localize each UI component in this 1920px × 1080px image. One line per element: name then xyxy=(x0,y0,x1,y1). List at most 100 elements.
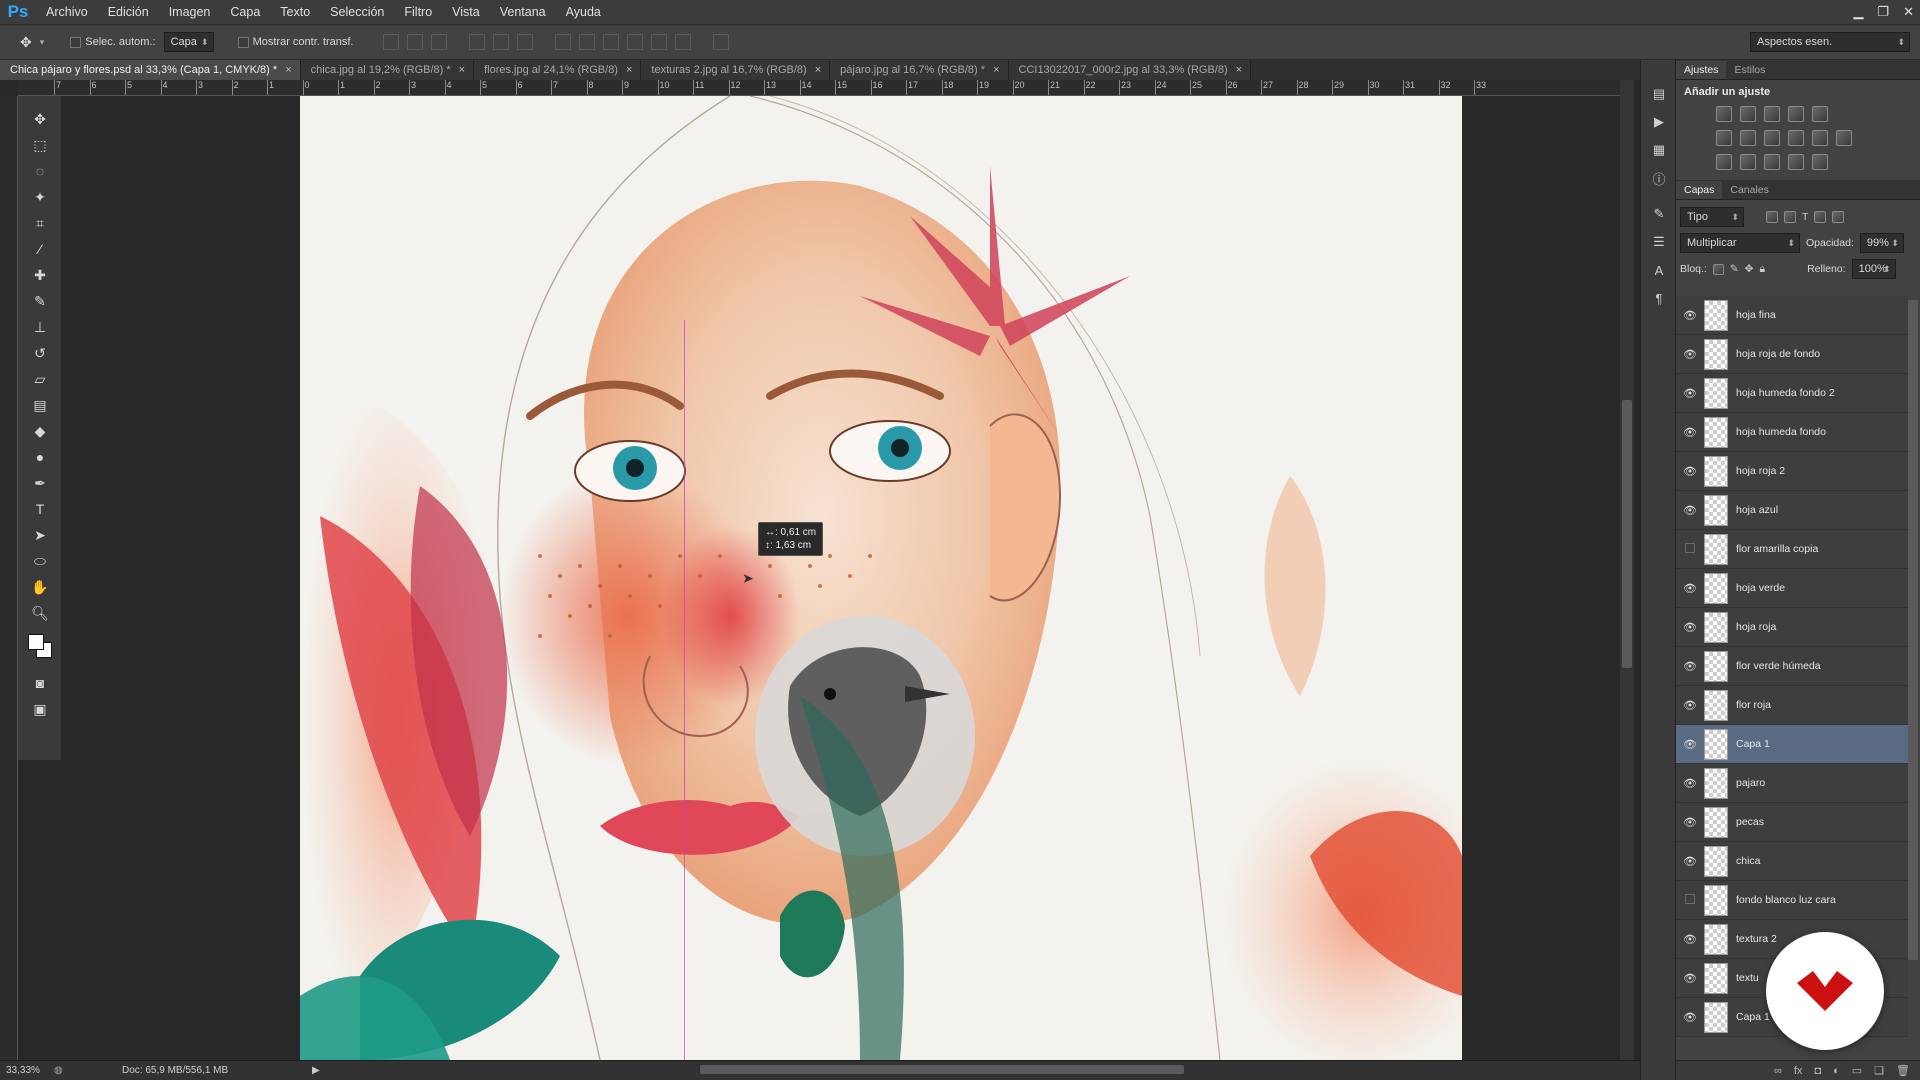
layer-row[interactable]: 👁︎ pajaro xyxy=(1676,764,1908,803)
marquee-tool-icon[interactable]: ⬚ xyxy=(18,132,62,158)
workspace-dropdown[interactable]: Aspectos esen. xyxy=(1750,32,1910,52)
ellipse-tool-icon[interactable]: ⬭ xyxy=(18,548,62,574)
menu-texto[interactable]: Texto xyxy=(270,0,320,24)
info-panel-icon[interactable]: ⓘ xyxy=(1641,164,1677,192)
layer-row[interactable]: 👁︎ chica xyxy=(1676,842,1908,881)
invert-icon[interactable] xyxy=(1716,154,1732,170)
brush-panel-icon[interactable]: ✎ xyxy=(1641,200,1677,228)
visibility-eye-icon[interactable]: 👁︎ xyxy=(1676,309,1704,322)
document-tab[interactable]: flores.jpg al 24,1% (RGB/8) × xyxy=(474,60,642,80)
minimize-icon[interactable]: ▁ xyxy=(1853,4,1863,20)
artwork-canvas[interactable] xyxy=(300,96,1462,1060)
threshold-icon[interactable] xyxy=(1764,154,1780,170)
healing-brush-tool-icon[interactable]: ✚ xyxy=(18,262,62,288)
document-tab[interactable]: texturas 2.jpg al 16,7% (RGB/8) × xyxy=(641,60,831,80)
history-brush-tool-icon[interactable]: ↺ xyxy=(18,340,62,366)
filter-type-icon[interactable]: T xyxy=(1802,211,1808,223)
close-icon[interactable]: ✕ xyxy=(1903,4,1914,20)
visibility-eye-icon[interactable]: 👁︎ xyxy=(1676,855,1704,868)
tab-channels[interactable]: Canales xyxy=(1722,181,1777,199)
document-tab[interactable]: pájaro.jpg al 16,7% (RGB/8) * × xyxy=(830,60,1009,80)
layer-row[interactable]: 👁︎ hoja verde xyxy=(1676,569,1908,608)
black-white-icon[interactable] xyxy=(1764,130,1780,146)
visibility-eye-icon[interactable]: 👁︎ xyxy=(1676,621,1704,634)
channel-mixer-icon[interactable] xyxy=(1812,130,1828,146)
brightness-icon[interactable] xyxy=(1716,106,1732,122)
visibility-eye-icon[interactable]: 👁︎ xyxy=(1676,777,1704,790)
blur-tool-icon[interactable]: ◆ xyxy=(18,418,62,444)
menu-capa[interactable]: Capa xyxy=(220,0,270,24)
layers-scrollbar[interactable] xyxy=(1908,300,1918,960)
show-transform-checkbox[interactable]: Mostrar contr. transf. xyxy=(237,36,353,48)
menu-archivo[interactable]: Archivo xyxy=(36,0,98,24)
align-vcenter-icon[interactable] xyxy=(407,34,424,50)
menu-imagen[interactable]: Imagen xyxy=(159,0,221,24)
visibility-off-icon[interactable] xyxy=(1676,893,1704,907)
menu-ventana[interactable]: Ventana xyxy=(490,0,556,24)
color-balance-icon[interactable] xyxy=(1740,130,1756,146)
filter-shape-icon[interactable] xyxy=(1814,211,1827,223)
move-tool-icon[interactable]: ✥ xyxy=(18,106,62,132)
gradient-map-icon[interactable] xyxy=(1812,154,1828,170)
visibility-eye-icon[interactable]: 👁︎ xyxy=(1676,504,1704,517)
menu-selección[interactable]: Selección xyxy=(320,0,394,24)
quick-mask-icon[interactable]: ◙ xyxy=(18,670,62,696)
distribute-vcenter-icon[interactable] xyxy=(579,34,596,50)
color-swatches[interactable] xyxy=(18,626,62,670)
layer-row[interactable]: fondo blanco luz cara xyxy=(1676,881,1908,920)
brush-presets-icon[interactable]: ☰ xyxy=(1641,228,1677,256)
lasso-tool-icon[interactable]: ◌ xyxy=(18,158,62,184)
close-tab-icon[interactable]: × xyxy=(626,64,632,76)
link-layers-icon[interactable]: ∞ xyxy=(1774,1065,1782,1077)
curves-icon[interactable] xyxy=(1764,106,1780,122)
dodge-tool-icon[interactable]: ● xyxy=(18,444,62,470)
visibility-eye-icon[interactable]: 👁︎ xyxy=(1676,660,1704,673)
gradient-tool-icon[interactable]: ▤ xyxy=(18,392,62,418)
visibility-off-icon[interactable] xyxy=(1676,542,1704,556)
visibility-eye-icon[interactable]: 👁︎ xyxy=(1676,426,1704,439)
new-adjustment-icon[interactable]: ◐ xyxy=(1833,1065,1840,1077)
align-right-icon[interactable] xyxy=(517,34,534,50)
close-tab-icon[interactable]: × xyxy=(1236,64,1242,76)
opacity-field[interactable]: 99% xyxy=(1859,233,1904,253)
move-tool-icon[interactable]: ✥ xyxy=(20,34,32,51)
document-tab[interactable]: Chica pájaro y flores.psd al 33,3% (Capa… xyxy=(0,60,301,80)
layer-row[interactable]: 👁︎ hoja humeda fondo xyxy=(1676,413,1908,452)
tab-layers[interactable]: Capas xyxy=(1676,181,1723,199)
layer-filter-dropdown[interactable]: Tipo xyxy=(1680,207,1744,227)
new-group-icon[interactable]: ▭ xyxy=(1852,1064,1862,1077)
tool-preset-picker[interactable]: ▾ xyxy=(40,37,45,48)
close-tab-icon[interactable]: × xyxy=(285,64,291,76)
distribute-bottom-icon[interactable] xyxy=(603,34,620,50)
menu-ayuda[interactable]: Ayuda xyxy=(556,0,611,24)
align-top-icon[interactable] xyxy=(383,34,400,50)
foreground-color-swatch[interactable] xyxy=(28,634,44,650)
delete-layer-icon[interactable]: 🗑︎ xyxy=(1896,1064,1910,1077)
layer-row[interactable]: 👁︎ hoja fina xyxy=(1676,296,1908,335)
filter-pixel-icon[interactable] xyxy=(1766,211,1778,223)
layer-row[interactable]: 👁︎ hoja roja 2 xyxy=(1676,452,1908,491)
brush-tool-icon[interactable]: ✎ xyxy=(18,288,62,314)
levels-icon[interactable] xyxy=(1740,106,1756,122)
layer-row[interactable]: 👁︎ flor verde húmeda xyxy=(1676,647,1908,686)
exposure-icon[interactable] xyxy=(1788,106,1804,122)
zoom-level[interactable]: 33,33% xyxy=(0,1065,54,1076)
crop-tool-icon[interactable]: ⌗ xyxy=(18,210,62,236)
status-menu-arrow-icon[interactable]: ▶ xyxy=(312,1065,320,1076)
horizontal-ruler[interactable]: 7 6 5 4 3 2 1 0 1 2 3 4 5 6 7 8 9 10 11 12 13 14 15 16 17 18 19 20 2… xyxy=(18,80,1620,96)
distribute-right-icon[interactable] xyxy=(675,34,692,50)
lock-all-icon[interactable]: 🔒︎ xyxy=(1759,263,1765,276)
layer-row[interactable]: 👁︎ hoja roja xyxy=(1676,608,1908,647)
visibility-eye-icon[interactable]: 👁︎ xyxy=(1676,816,1704,829)
character-panel-icon[interactable]: A xyxy=(1641,256,1677,284)
vertical-scroll-thumb[interactable] xyxy=(1622,400,1632,668)
tab-styles[interactable]: Estilos xyxy=(1726,61,1773,79)
selective-color-icon[interactable] xyxy=(1788,154,1804,170)
lock-transparent-icon[interactable] xyxy=(1712,263,1724,275)
magic-wand-tool-icon[interactable]: ✦ xyxy=(18,184,62,210)
vibrance-icon[interactable] xyxy=(1812,106,1828,122)
lock-pixels-icon[interactable]: ✎ xyxy=(1730,263,1739,275)
horizontal-scroll-thumb[interactable] xyxy=(700,1065,1184,1074)
visibility-eye-icon[interactable]: 👁︎ xyxy=(1676,933,1704,946)
close-tab-icon[interactable]: × xyxy=(815,64,821,76)
